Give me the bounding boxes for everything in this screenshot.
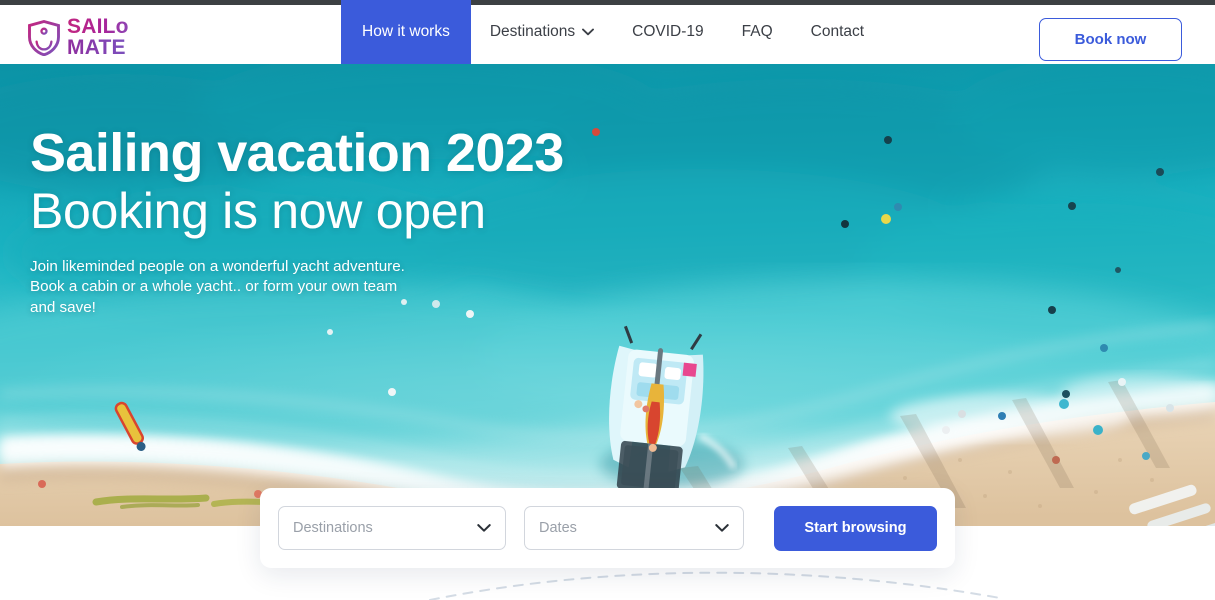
hero-heading-bold: Sailing vacation 2023 (30, 123, 564, 183)
shield-anchor-icon (28, 19, 60, 56)
nav-label: Contact (810, 23, 865, 40)
book-now-button[interactable]: Book now (1039, 18, 1182, 61)
brand-wordmark: SAILo MATE (67, 15, 129, 59)
dates-select[interactable]: Dates (524, 506, 744, 550)
site-header: SAILo MATE How it works Destinations COV… (0, 0, 1215, 64)
hero-section: Sailing vacation 2023 Booking is now ope… (0, 64, 1215, 526)
hero-heading-light: Booking is now open (30, 182, 486, 239)
brand-line-1: SAILo (67, 15, 129, 38)
main-navigation: How it works Destinations COVID-19 FAQ C… (341, 0, 883, 64)
nav-item-covid-19[interactable]: COVID-19 (613, 0, 723, 64)
nav-label: How it works (362, 23, 450, 40)
destinations-select[interactable]: Destinations (278, 506, 506, 550)
nav-item-faq[interactable]: FAQ (723, 0, 792, 64)
nav-item-how-it-works[interactable]: How it works (341, 0, 471, 64)
brand-logo[interactable]: SAILo MATE (27, 15, 129, 59)
destinations-select-label: Destinations (293, 520, 373, 536)
nav-label: Destinations (489, 23, 576, 40)
chevron-down-icon (715, 524, 729, 533)
hero-copy: Sailing vacation 2023 Booking is now ope… (30, 123, 564, 319)
page-root: SAILo MATE How it works Destinations COV… (0, 0, 1215, 600)
hero-subtitle: Join likeminded people on a wonderful ya… (30, 257, 405, 317)
brand-line-2: MATE (67, 37, 129, 59)
dates-select-label: Dates (539, 520, 577, 536)
nav-item-contact[interactable]: Contact (792, 0, 883, 64)
chevron-down-icon (477, 524, 491, 533)
nav-label: FAQ (741, 23, 773, 40)
chevron-down-icon (582, 28, 595, 36)
nav-label: COVID-19 (632, 23, 704, 40)
start-browsing-button[interactable]: Start browsing (774, 505, 937, 551)
search-form-card: Destinations Dates Start browsing (260, 488, 955, 568)
nav-item-destinations[interactable]: Destinations (471, 0, 613, 64)
